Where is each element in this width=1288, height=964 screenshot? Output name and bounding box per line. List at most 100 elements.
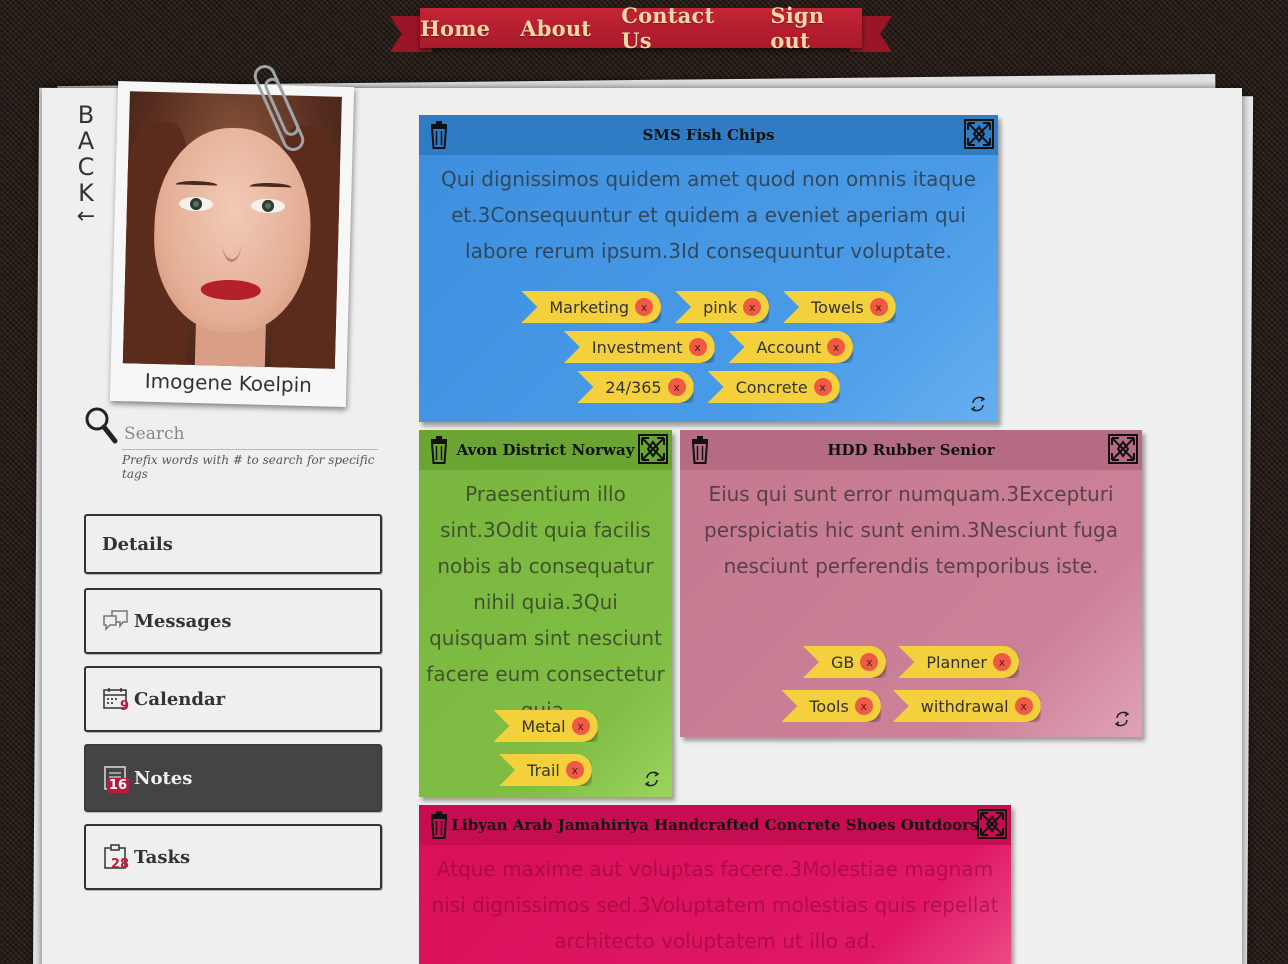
note-card[interactable]: HDD Rubber Senior Eius qui sunt error nu… xyxy=(680,430,1142,737)
tag[interactable]: GB x xyxy=(803,646,887,678)
trash-icon[interactable] xyxy=(429,811,449,839)
note-title: SMS Fish Chips xyxy=(642,126,775,144)
expand-icon[interactable] xyxy=(964,119,994,149)
tag-remove-icon[interactable]: x xyxy=(992,653,1011,671)
tag-label: Trail xyxy=(527,760,560,780)
calendar-icon: 9 xyxy=(102,686,130,714)
menu-label: Details xyxy=(102,533,173,555)
tag-remove-icon[interactable]: x xyxy=(869,298,888,316)
tag[interactable]: 24/365 x xyxy=(577,371,694,403)
tag-label: Concrete xyxy=(735,377,808,397)
notebook-icon: 16 xyxy=(102,765,130,793)
tag-label: Account xyxy=(756,337,822,357)
tag-label: Marketing xyxy=(549,297,630,317)
nav-contact-link[interactable]: Contact Us xyxy=(621,3,740,53)
expand-icon[interactable] xyxy=(977,809,1007,839)
tag[interactable]: Trail x xyxy=(499,754,592,786)
clipboard-icon: 28 xyxy=(102,844,130,872)
tag[interactable]: Concrete x xyxy=(707,371,840,403)
tag[interactable]: Tools x xyxy=(781,690,881,722)
tag-label: Metal xyxy=(521,716,566,736)
note-card[interactable]: Avon District Norway Praesentium illo si… xyxy=(419,430,672,797)
resize-icon[interactable] xyxy=(642,769,662,789)
tag[interactable]: Marketing x xyxy=(521,291,662,323)
menu-item-notes[interactable]: 16 Notes xyxy=(84,744,382,812)
expand-icon[interactable] xyxy=(1108,434,1138,464)
tag-remove-icon[interactable]: x xyxy=(860,653,879,671)
tag-remove-icon[interactable]: x xyxy=(827,338,846,356)
note-header: HDD Rubber Senior xyxy=(680,430,1142,470)
tag-remove-icon[interactable]: x xyxy=(667,378,686,396)
tag[interactable]: Investment x xyxy=(563,331,715,363)
nav-home-link[interactable]: Home xyxy=(420,16,490,41)
back-link[interactable]: B A C K ← xyxy=(70,101,102,228)
tag[interactable]: Metal x xyxy=(493,710,598,742)
note-header: Avon District Norway xyxy=(419,430,672,470)
note-card[interactable]: SMS Fish Chips Qui dignissimos quidem am… xyxy=(419,115,998,422)
note-title: HDD Rubber Senior xyxy=(827,441,995,459)
back-arrow-icon: ← xyxy=(76,204,96,229)
tag-label: 24/365 xyxy=(605,377,662,397)
menu-item-details[interactable]: Details xyxy=(84,514,382,574)
note-body: Qui dignissimos quidem amet quod non omn… xyxy=(440,167,977,263)
menu-item-messages[interactable]: Messages xyxy=(84,588,382,654)
back-letter: C xyxy=(77,153,95,181)
trash-icon[interactable] xyxy=(429,121,449,149)
menu-label: Notes xyxy=(134,767,193,789)
back-letter: B xyxy=(77,101,95,129)
tag[interactable]: withdrawal x xyxy=(892,690,1041,722)
menu-label: Messages xyxy=(134,610,232,632)
profile-photo xyxy=(122,91,342,369)
menu-item-tasks[interactable]: 28 Tasks xyxy=(84,824,382,890)
search-hint: Prefix words with # to search for specif… xyxy=(122,453,375,481)
resize-icon[interactable] xyxy=(1112,709,1132,729)
tag[interactable]: Towels x xyxy=(783,291,896,323)
notes-badge: 16 xyxy=(106,778,129,793)
tag-remove-icon[interactable]: x xyxy=(1014,697,1033,715)
note-body: Eius qui sunt error numquam.3Excepturi p… xyxy=(704,482,1118,578)
calendar-badge: 9 xyxy=(119,699,129,714)
tag[interactable]: Planner x xyxy=(898,646,1019,678)
tag-label: withdrawal xyxy=(920,696,1009,716)
tasks-badge: 28 xyxy=(110,857,129,872)
note-header: SMS Fish Chips xyxy=(419,115,998,155)
nav-signout-link[interactable]: Sign out xyxy=(770,3,862,53)
note-tags: Marketing x pink x Towels x Investment x Acc… xyxy=(419,291,998,403)
tag-label: Tools xyxy=(809,696,849,716)
resize-icon[interactable] xyxy=(968,394,988,414)
note-body: Praesentium illo sint.3Odit quia facilis… xyxy=(426,482,665,722)
note-body: Atque maxime aut voluptas facere.3Molest… xyxy=(431,857,999,953)
tag-remove-icon[interactable]: x xyxy=(565,761,584,779)
top-nav: Home About Contact Us Sign out xyxy=(390,3,892,53)
back-letter: K xyxy=(78,179,94,207)
search-icon xyxy=(85,407,118,444)
tag-label: Towels xyxy=(811,297,864,317)
expand-icon[interactable] xyxy=(638,434,668,464)
note-title: Avon District Norway xyxy=(456,441,635,459)
tag[interactable]: Account x xyxy=(728,331,854,363)
tag-remove-icon[interactable]: x xyxy=(635,298,654,316)
tag-remove-icon[interactable]: x xyxy=(743,298,762,316)
tag-remove-icon[interactable]: x xyxy=(571,717,590,735)
menu-label: Calendar xyxy=(134,688,226,710)
trash-icon[interactable] xyxy=(429,436,449,464)
search-input[interactable] xyxy=(122,418,378,450)
note-card[interactable]: Libyan Arab Jamahiriya Handcrafted Concr… xyxy=(419,805,1011,964)
note-tags: GB x Planner x Tools x withdrawal x xyxy=(680,646,1142,722)
menu-item-calendar[interactable]: 9 Calendar xyxy=(84,666,382,732)
profile-photo-frame: Imogene Koelpin xyxy=(109,80,355,408)
nav-ribbon: Home About Contact Us Sign out xyxy=(420,3,862,53)
nav-about-link[interactable]: About xyxy=(520,16,591,41)
trash-icon[interactable] xyxy=(690,436,710,464)
tag-remove-icon[interactable]: x xyxy=(688,338,707,356)
tag-label: Investment xyxy=(591,337,683,357)
tag-label: GB xyxy=(831,652,855,672)
profile-name: Imogene Koelpin xyxy=(144,368,313,398)
note-title: Libyan Arab Jamahiriya Handcrafted Concr… xyxy=(451,816,979,834)
tag-remove-icon[interactable]: x xyxy=(854,697,873,715)
tag-remove-icon[interactable]: x xyxy=(813,378,832,396)
note-tags: Metal x Trail x xyxy=(419,710,672,786)
back-letter: A xyxy=(77,127,95,155)
tag[interactable]: pink x xyxy=(675,291,770,323)
tag-label: pink xyxy=(703,297,738,317)
